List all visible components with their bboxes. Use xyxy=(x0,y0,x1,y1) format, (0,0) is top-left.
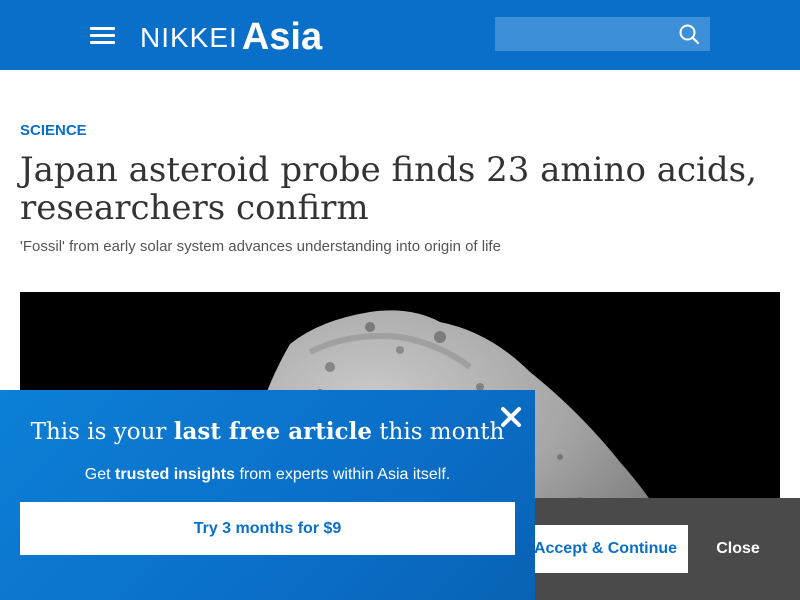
paywall-subtitle: Get trusted insights from experts within… xyxy=(0,466,535,484)
menu-line xyxy=(90,34,115,37)
cookie-close-button[interactable]: Close xyxy=(700,525,776,573)
trial-offer-button[interactable]: Try 3 months for $9 xyxy=(20,502,515,555)
menu-line xyxy=(90,27,115,30)
search-input[interactable] xyxy=(495,17,665,51)
paywall-sub-pre: Get xyxy=(84,466,116,483)
article-category[interactable]: SCIENCE xyxy=(20,122,87,139)
article-headline: Japan asteroid probe finds 23 amino acid… xyxy=(20,150,757,228)
paywall-sub-bold: trusted insights xyxy=(115,466,236,483)
logo-asia: Asia xyxy=(241,16,323,58)
hamburger-menu-icon[interactable] xyxy=(88,24,118,46)
menu-line xyxy=(90,41,115,44)
paywall-title-pre: This is your xyxy=(30,419,174,445)
paywall-title-bold: last free article xyxy=(173,418,372,445)
article-subhead: 'Fossil' from early solar system advance… xyxy=(20,238,501,255)
site-logo[interactable]: NIKKEI Asia xyxy=(140,12,322,56)
paywall-title: This is your last free article this mont… xyxy=(0,418,535,445)
site-header: NIKKEI Asia xyxy=(0,0,800,70)
accept-continue-button[interactable]: Accept & Continue xyxy=(523,525,688,573)
paywall-sub-post: from experts within Asia itself. xyxy=(235,466,451,483)
logo-nikkei: NIKKEI xyxy=(140,22,238,53)
paywall-title-post: this month xyxy=(371,419,505,445)
search-icon[interactable] xyxy=(678,23,700,45)
